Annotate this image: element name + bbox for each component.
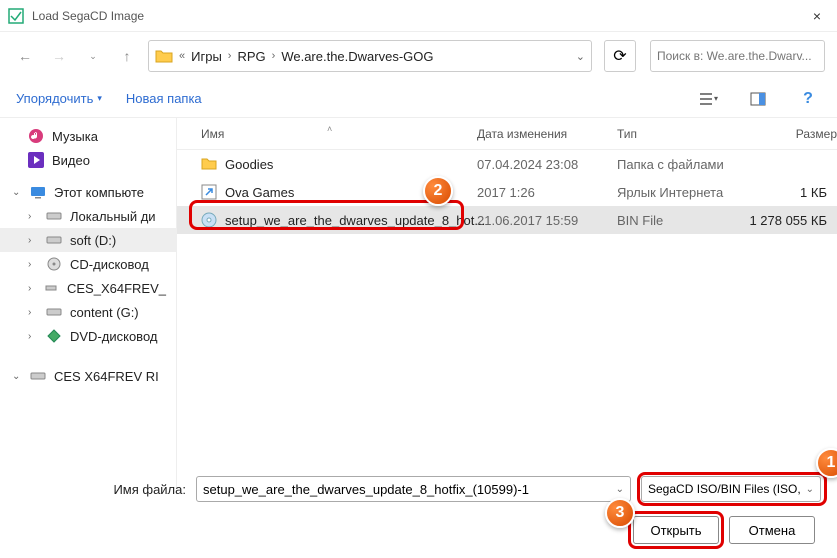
annotation-badge-1: 1 bbox=[816, 448, 837, 478]
caret-icon: › bbox=[28, 235, 38, 246]
list-view-icon bbox=[698, 91, 714, 107]
sidebar: Музыка Видео ⌄ Этот компьюте ›Локальный … bbox=[0, 118, 177, 488]
disc-icon bbox=[201, 212, 217, 228]
sidebar-drive[interactable]: ›DVD-дисковод bbox=[0, 324, 176, 348]
preview-icon bbox=[750, 91, 766, 107]
main-area: Музыка Видео ⌄ Этот компьюте ›Локальный … bbox=[0, 118, 837, 488]
help-button[interactable]: ? bbox=[795, 86, 821, 112]
sidebar-drive[interactable]: ›soft (D:) bbox=[0, 228, 176, 252]
annotation-badge-3: 3 bbox=[605, 498, 635, 528]
caret-icon: › bbox=[28, 211, 38, 222]
caret-icon: › bbox=[28, 331, 38, 342]
col-name-header[interactable]: ˄Имя bbox=[177, 127, 477, 141]
search-input[interactable] bbox=[657, 49, 818, 63]
col-size-header[interactable]: Размер bbox=[747, 127, 837, 141]
chevron-down-icon: ⌄ bbox=[616, 484, 624, 495]
file-row[interactable]: Goodies 07.04.2024 23:08 Папка с файлами bbox=[177, 150, 837, 178]
caret-icon: › bbox=[28, 283, 35, 294]
usb-icon bbox=[43, 280, 59, 296]
drive-icon bbox=[46, 232, 62, 248]
caret-icon: ⌄ bbox=[12, 371, 22, 382]
forward-button[interactable]: → bbox=[46, 43, 72, 69]
folder-icon bbox=[155, 47, 173, 65]
music-icon bbox=[28, 128, 44, 144]
file-row[interactable]: Ova Games 2017 1:26 Ярлык Интернета 1 КБ bbox=[177, 178, 837, 206]
caret-icon: › bbox=[28, 307, 38, 318]
organize-button[interactable]: Упорядочить ▾ bbox=[16, 91, 102, 106]
video-icon bbox=[28, 152, 44, 168]
sidebar-drive[interactable]: ›content (G:) bbox=[0, 300, 176, 324]
chevron-down-icon: ⌄ bbox=[806, 484, 814, 495]
sidebar-item-video[interactable]: Видео bbox=[0, 148, 176, 172]
search-box[interactable] bbox=[650, 40, 825, 72]
sidebar-item-music[interactable]: Музыка bbox=[0, 124, 176, 148]
file-pane: ˄Имя Дата изменения Тип Размер Goodies 0… bbox=[177, 118, 837, 488]
window-title: Load SegaCD Image bbox=[32, 9, 144, 23]
col-date-header[interactable]: Дата изменения bbox=[477, 127, 617, 141]
app-icon bbox=[8, 8, 24, 24]
sidebar-drive[interactable]: ›CD-дисковод bbox=[0, 252, 176, 276]
toolbar: Упорядочить ▾ Новая папка ▾ ? bbox=[0, 80, 837, 118]
preview-pane-button[interactable] bbox=[745, 86, 771, 112]
back-button[interactable]: ← bbox=[12, 43, 38, 69]
up-button[interactable]: ↑ bbox=[114, 43, 140, 69]
dvd-drive-icon bbox=[46, 328, 62, 344]
breadcrumb-part[interactable]: We.are.the.Dwarves-GOG bbox=[281, 49, 433, 64]
filetype-filter-combo[interactable]: SegaCD ISO/BIN Files (ISO,BIN) ⌄ bbox=[641, 476, 821, 502]
sidebar-this-pc[interactable]: ⌄ Этот компьюте bbox=[0, 180, 176, 204]
refresh-button[interactable]: ⟳ bbox=[604, 40, 636, 72]
sidebar-drive[interactable]: ›CES_X64FREV_ bbox=[0, 276, 176, 300]
close-button[interactable]: × bbox=[805, 4, 829, 28]
caret-icon: ⌄ bbox=[12, 187, 22, 198]
new-folder-button[interactable]: Новая папка bbox=[126, 91, 202, 106]
cancel-button[interactable]: Отмена bbox=[729, 516, 815, 544]
breadcrumb-part[interactable]: RPG bbox=[237, 49, 265, 64]
drive-icon bbox=[46, 304, 62, 320]
drive-icon bbox=[30, 368, 46, 384]
folder-icon bbox=[201, 156, 217, 172]
open-button[interactable]: Открыть bbox=[633, 516, 719, 544]
breadcrumb[interactable]: « Игры › RPG › We.are.the.Dwarves-GOG ⌄ bbox=[148, 40, 592, 72]
sidebar-drive[interactable]: ⌄CES X64FREV RI bbox=[0, 364, 176, 388]
annotation-badge-2: 2 bbox=[423, 176, 453, 206]
nav-row: ← → ⌄ ↑ « Игры › RPG › We.are.the.Dwarve… bbox=[0, 32, 837, 80]
sort-indicator-icon: ˄ bbox=[327, 124, 332, 134]
recent-dropdown[interactable]: ⌄ bbox=[80, 43, 106, 69]
breadcrumb-dropdown[interactable]: ⌄ bbox=[576, 50, 585, 63]
footer: Имя файла: setup_we_are_the_dwarves_upda… bbox=[0, 468, 837, 558]
computer-icon bbox=[30, 184, 46, 200]
view-button[interactable]: ▾ bbox=[695, 86, 721, 112]
filename-label: Имя файла: bbox=[16, 482, 186, 497]
titlebar: Load SegaCD Image × bbox=[0, 0, 837, 32]
caret-icon: › bbox=[28, 259, 38, 270]
breadcrumb-part[interactable]: Игры bbox=[191, 49, 222, 64]
breadcrumb-root[interactable]: « bbox=[179, 50, 185, 62]
sidebar-drive[interactable]: ›Локальный ди bbox=[0, 204, 176, 228]
disc-drive-icon bbox=[46, 256, 62, 272]
drive-icon bbox=[46, 208, 62, 224]
col-type-header[interactable]: Тип bbox=[617, 127, 747, 141]
file-row[interactable]: setup_we_are_the_dwarves_update_8_hot...… bbox=[177, 206, 837, 234]
column-headers: ˄Имя Дата изменения Тип Размер bbox=[177, 118, 837, 150]
shortcut-icon bbox=[201, 184, 217, 200]
filename-combo[interactable]: setup_we_are_the_dwarves_update_8_hotfix… bbox=[196, 476, 631, 502]
